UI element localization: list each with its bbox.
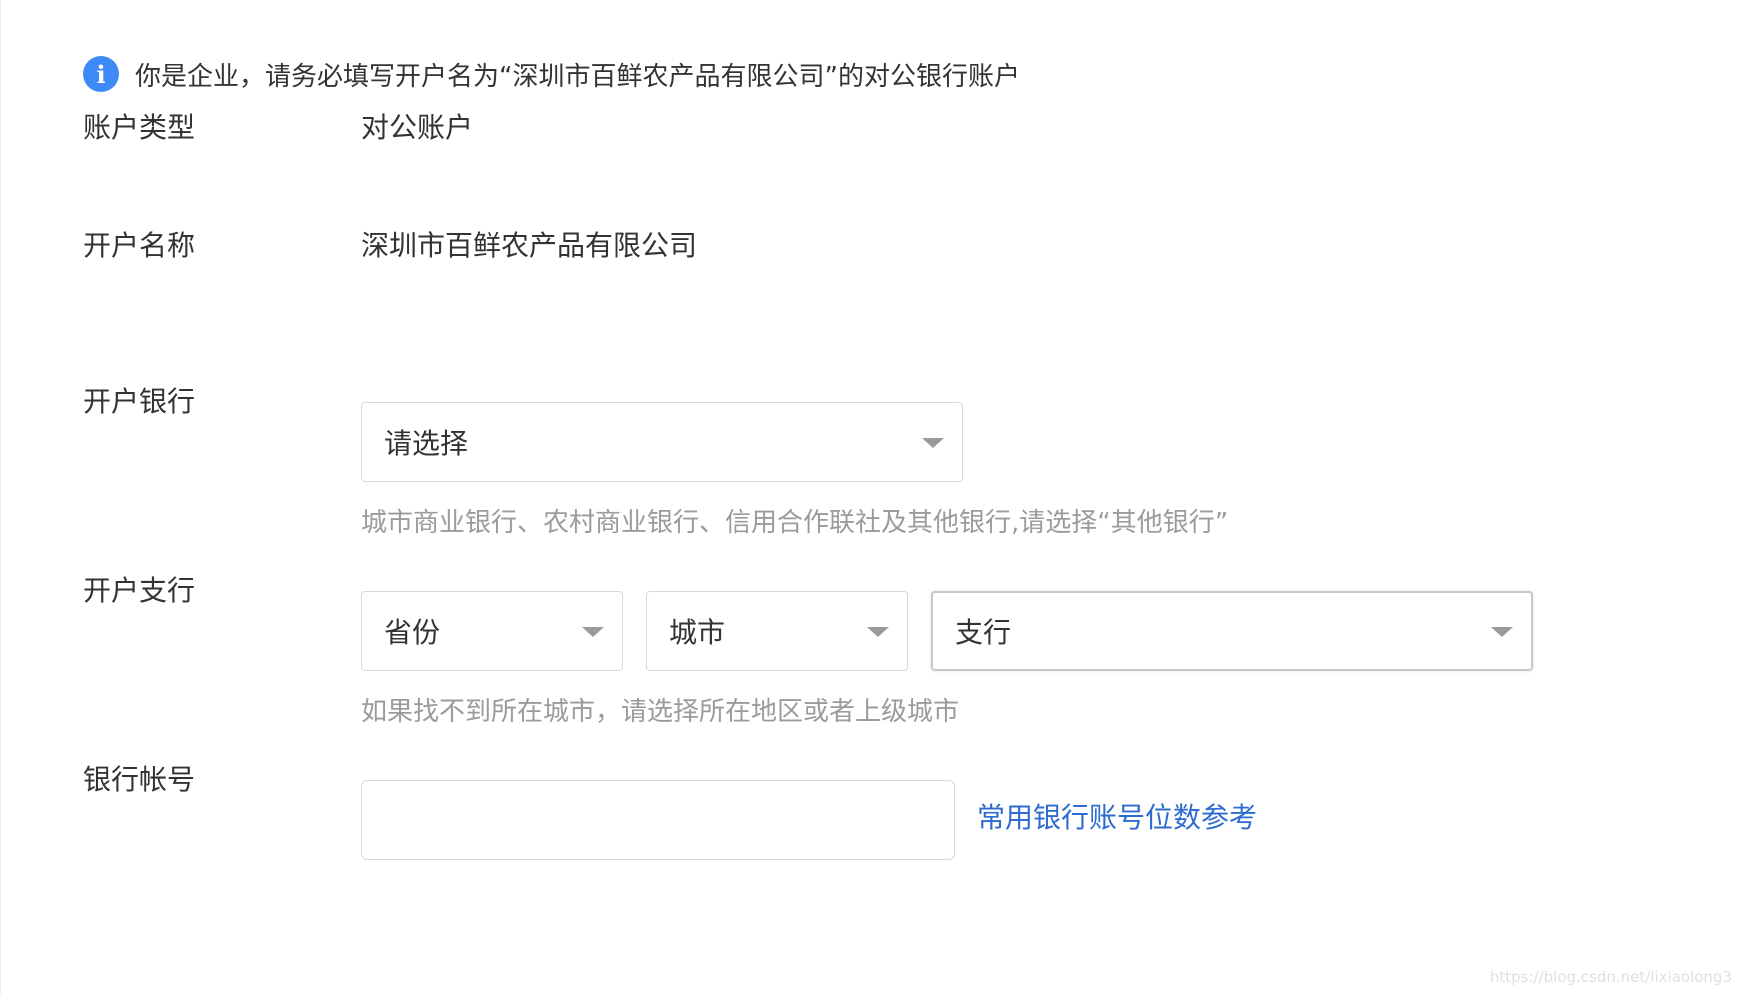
city-select[interactable]: 城市 [646, 591, 908, 671]
info-icon: i [83, 56, 119, 92]
city-select-value: 城市 [669, 616, 726, 649]
watermark: https://blog.csdn.net/lixiaolong3 [1489, 968, 1732, 986]
bank-label: 开户银行 [83, 385, 196, 418]
notice-text: 你是企业，请务必填写开户名为“深圳市百鲜农产品有限公司”的对公银行账户 [135, 61, 1020, 92]
bank-hint: 城市商业银行、农村商业银行、信用合作联社及其他银行,请选择“其他银行” [361, 508, 1229, 538]
notice-banner: i 你是企业，请务必填写开户名为“深圳市百鲜农产品有限公司”的对公银行账户 [83, 56, 1020, 92]
bank-select[interactable]: 请选择 [361, 402, 963, 482]
account-number-label: 银行帐号 [83, 763, 196, 796]
account-number-input[interactable] [361, 780, 955, 860]
chevron-down-icon [1491, 627, 1513, 637]
account-name-label: 开户名称 [83, 229, 196, 262]
branch-label: 开户支行 [83, 574, 196, 607]
province-select-value: 省份 [384, 616, 441, 649]
branch-select[interactable]: 支行 [931, 591, 1533, 671]
account-type-value: 对公账户 [361, 111, 474, 144]
branch-hint: 如果找不到所在城市，请选择所在地区或者上级城市 [361, 697, 960, 727]
province-select[interactable]: 省份 [361, 591, 623, 671]
account-name-value: 深圳市百鲜农产品有限公司 [361, 229, 698, 262]
bank-account-form: i 你是企业，请务必填写开户名为“深圳市百鲜农产品有限公司”的对公银行账户 账户… [0, 0, 1744, 994]
branch-select-value: 支行 [955, 616, 1012, 649]
chevron-down-icon [922, 438, 944, 448]
account-length-reference-link[interactable]: 常用银行账号位数参考 [977, 796, 1257, 836]
chevron-down-icon [582, 627, 604, 637]
account-type-label: 账户类型 [83, 111, 196, 144]
chevron-down-icon [867, 627, 889, 637]
bank-select-value: 请选择 [384, 427, 469, 460]
